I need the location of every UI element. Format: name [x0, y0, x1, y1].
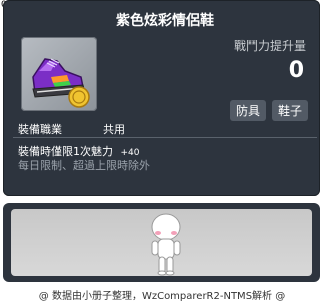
tag-armor: 防具 — [229, 100, 266, 121]
combat-power-value: 0 — [288, 58, 304, 83]
item-icon-frame — [21, 37, 97, 111]
limit-text: 每日限制、超過上限時除外 — [18, 159, 150, 172]
job-label: 裝備職業 — [18, 123, 62, 136]
tag-shoes: 鞋子 — [271, 100, 308, 121]
item-name: 紫色炫彩情侶鞋 — [116, 13, 214, 29]
item-tooltip-panel: 紫色炫彩情侶鞋 戰鬥力提升量 0 防具 鞋子 裝備職業 共用 裝備時僅限1次魅力… — [3, 0, 320, 196]
divider — [13, 137, 317, 138]
gold-coin-icon — [68, 86, 90, 108]
character-avatar — [151, 213, 181, 276]
purple-sneaker-icon — [32, 58, 90, 108]
avatar-preview-panel — [3, 203, 320, 282]
job-value: 共用 — [103, 123, 125, 136]
footer-credit: @ 数据由小册子整理，WzComparerR2-NTMS解析 @ — [38, 291, 286, 302]
combat-power-label: 戰鬥力提升量 — [233, 39, 306, 53]
avatar-preview-area — [11, 209, 312, 276]
item-tags: 防具 鞋子 — [229, 100, 308, 121]
